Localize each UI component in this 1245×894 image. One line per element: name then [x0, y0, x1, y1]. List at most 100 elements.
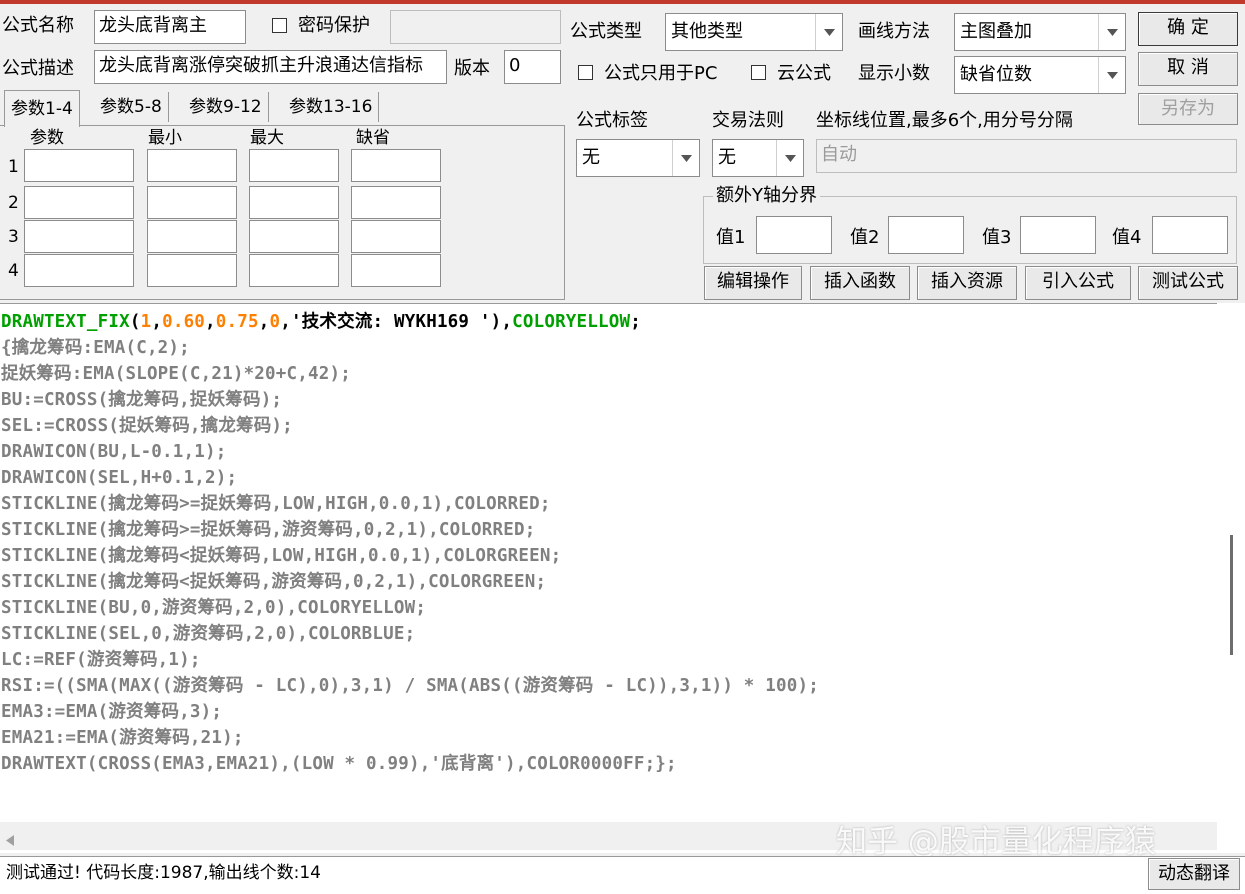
pc-only-label: 公式只用于PC [604, 63, 718, 84]
code-text[interactable]: DRAWTEXT_FIX(1,0.60,0.75,0,'技术交流: WYKH16… [1, 309, 819, 777]
value4-label: 值4 [1112, 227, 1142, 248]
cloud-checkbox[interactable] [751, 65, 766, 80]
chevron-down-icon[interactable] [815, 14, 842, 50]
formula-desc-input[interactable]: 龙头底背离涨停突破抓主升浪通达信指标 [94, 50, 447, 84]
value2-label: 值2 [850, 227, 880, 248]
code-line: RSI:=((SMA(MAX((游资筹码 - LC),0),3,1) / SMA… [1, 676, 819, 696]
code-line: STICKLINE(擒龙筹码>=捉妖筹码,游资筹码,0,2,1),COLORRE… [1, 520, 536, 540]
param-header-max: 最大 [250, 128, 284, 148]
chevron-down-icon[interactable] [672, 140, 699, 176]
code-line: STICKLINE(BU,0,游资筹码,2,0),COLORYELLOW; [1, 598, 427, 618]
code-line: LC:=REF(游资筹码,1); [1, 650, 201, 670]
ok-button[interactable]: 确 定 [1138, 12, 1238, 46]
password-checkbox[interactable] [272, 18, 287, 33]
param-header-min: 最小 [148, 128, 182, 148]
axis-position-input[interactable]: 自动 [816, 139, 1237, 173]
pc-only-checkbox[interactable] [578, 65, 593, 80]
formula-tag-value: 无 [582, 147, 600, 168]
param-row-number: 1 [8, 157, 19, 177]
decimal-select[interactable]: 缺省位数 [954, 56, 1126, 94]
formula-type-value: 其他类型 [671, 21, 743, 42]
code-line: DRAWICON(SEL,H+0.1,2); [1, 468, 238, 488]
version-label: 版本 [454, 58, 490, 79]
param-name-input[interactable] [24, 254, 134, 287]
param-min-input[interactable] [147, 186, 237, 219]
param-max-input[interactable] [249, 149, 339, 182]
chevron-down-icon[interactable] [776, 140, 803, 176]
param-name-input[interactable] [24, 220, 134, 253]
param-min-input[interactable] [147, 254, 237, 287]
formula-name-label: 公式名称 [2, 15, 74, 36]
formula-tag-select[interactable]: 无 [576, 139, 700, 177]
insert-function-button[interactable]: 插入函数 [810, 266, 910, 300]
param-row-number: 2 [8, 193, 19, 213]
value1-label: 值1 [716, 227, 746, 248]
param-default-input[interactable] [351, 149, 441, 182]
value3-input[interactable] [1020, 216, 1096, 254]
title-accent-bar [0, 0, 1245, 4]
code-line: DRAWTEXT(CROSS(EMA3,EMA21),(LOW * 0.99),… [1, 754, 677, 774]
formula-type-select[interactable]: 其他类型 [665, 13, 843, 51]
value2-input[interactable] [888, 216, 964, 254]
trade-rule-select[interactable]: 无 [712, 139, 804, 177]
version-input[interactable]: 0 [504, 50, 561, 84]
decimal-label: 显示小数 [858, 63, 930, 84]
formula-name-input[interactable]: 龙头底背离主 [94, 10, 246, 44]
param-name-input[interactable] [24, 149, 134, 182]
param-header-name: 参数 [30, 128, 64, 148]
draw-method-label: 画线方法 [858, 21, 930, 42]
code-line: STICKLINE(擒龙筹码<捉妖筹码,游资筹码,0,2,1),COLORGRE… [1, 572, 547, 592]
value3-label: 值3 [982, 227, 1012, 248]
axis-position-label: 坐标线位置,最多6个,用分号分隔 [816, 110, 1073, 131]
param-min-input[interactable] [147, 220, 237, 253]
cancel-button[interactable]: 取 消 [1138, 52, 1238, 86]
param-default-input[interactable] [351, 220, 441, 253]
formula-tag-label: 公式标签 [576, 110, 648, 131]
password-input[interactable] [390, 10, 561, 44]
code-line: DRAWTEXT_FIX(1,0.60,0.75,0,'技术交流: WYKH16… [1, 312, 641, 332]
param-header-default: 缺省 [356, 128, 390, 148]
code-line: EMA3:=EMA(游资筹码,3); [1, 702, 223, 722]
tab-params-5-8[interactable]: 参数5-8 [94, 92, 169, 122]
value4-input[interactable] [1152, 216, 1228, 254]
password-label: 密码保护 [298, 15, 370, 36]
param-max-input[interactable] [249, 220, 339, 253]
trade-rule-value: 无 [718, 147, 736, 168]
param-max-input[interactable] [249, 254, 339, 287]
param-name-input[interactable] [24, 186, 134, 219]
param-default-input[interactable] [351, 186, 441, 219]
tab-params-13-16[interactable]: 参数13-16 [283, 92, 380, 122]
edit-ops-button[interactable]: 编辑操作 [704, 266, 802, 300]
draw-method-value: 主图叠加 [960, 21, 1032, 42]
formula-type-label: 公式类型 [570, 21, 642, 42]
tab-params-1-4[interactable]: 参数1-4 [4, 90, 80, 127]
value1-input[interactable] [756, 216, 832, 254]
status-text: 测试通过! 代码长度:1987,输出线个数:14 [6, 863, 321, 883]
param-default-input[interactable] [351, 254, 441, 287]
test-formula-button[interactable]: 测试公式 [1138, 266, 1238, 300]
code-line: SEL:=CROSS(捉妖筹码,擒龙筹码); [1, 416, 293, 436]
param-min-input[interactable] [147, 149, 237, 182]
vertical-scroll-thumb[interactable] [1230, 535, 1233, 655]
extra-y-axis-label: 额外Y轴分界 [713, 185, 820, 207]
insert-resource-button[interactable]: 插入资源 [917, 266, 1017, 300]
code-line: {擒龙筹码:EMA(C,2); [1, 338, 190, 358]
scroll-left-icon[interactable] [6, 830, 14, 851]
draw-method-select[interactable]: 主图叠加 [954, 13, 1126, 51]
code-editor[interactable]: DRAWTEXT_FIX(1,0.60,0.75,0,'技术交流: WYKH16… [0, 303, 1245, 853]
param-row-number: 3 [8, 227, 19, 247]
formula-desc-label: 公式描述 [2, 58, 74, 79]
param-max-input[interactable] [249, 186, 339, 219]
chevron-down-icon[interactable] [1098, 57, 1125, 93]
dynamic-translate-button[interactable]: 动态翻译 [1148, 858, 1240, 890]
code-line: STICKLINE(擒龙筹码>=捉妖筹码,LOW,HIGH,0.0,1),COL… [1, 494, 551, 514]
code-line: STICKLINE(SEL,0,游资筹码,2,0),COLORBLUE; [1, 624, 416, 644]
save-as-button[interactable]: 另存为 [1138, 93, 1238, 125]
chevron-down-icon[interactable] [1098, 14, 1125, 50]
param-row-number: 4 [8, 261, 19, 281]
trade-rule-label: 交易法则 [712, 110, 784, 131]
decimal-value: 缺省位数 [960, 64, 1032, 85]
tab-params-9-12[interactable]: 参数9-12 [183, 92, 269, 122]
code-line: EMA21:=EMA(游资筹码,21); [1, 728, 244, 748]
import-formula-button[interactable]: 引入公式 [1025, 266, 1131, 300]
